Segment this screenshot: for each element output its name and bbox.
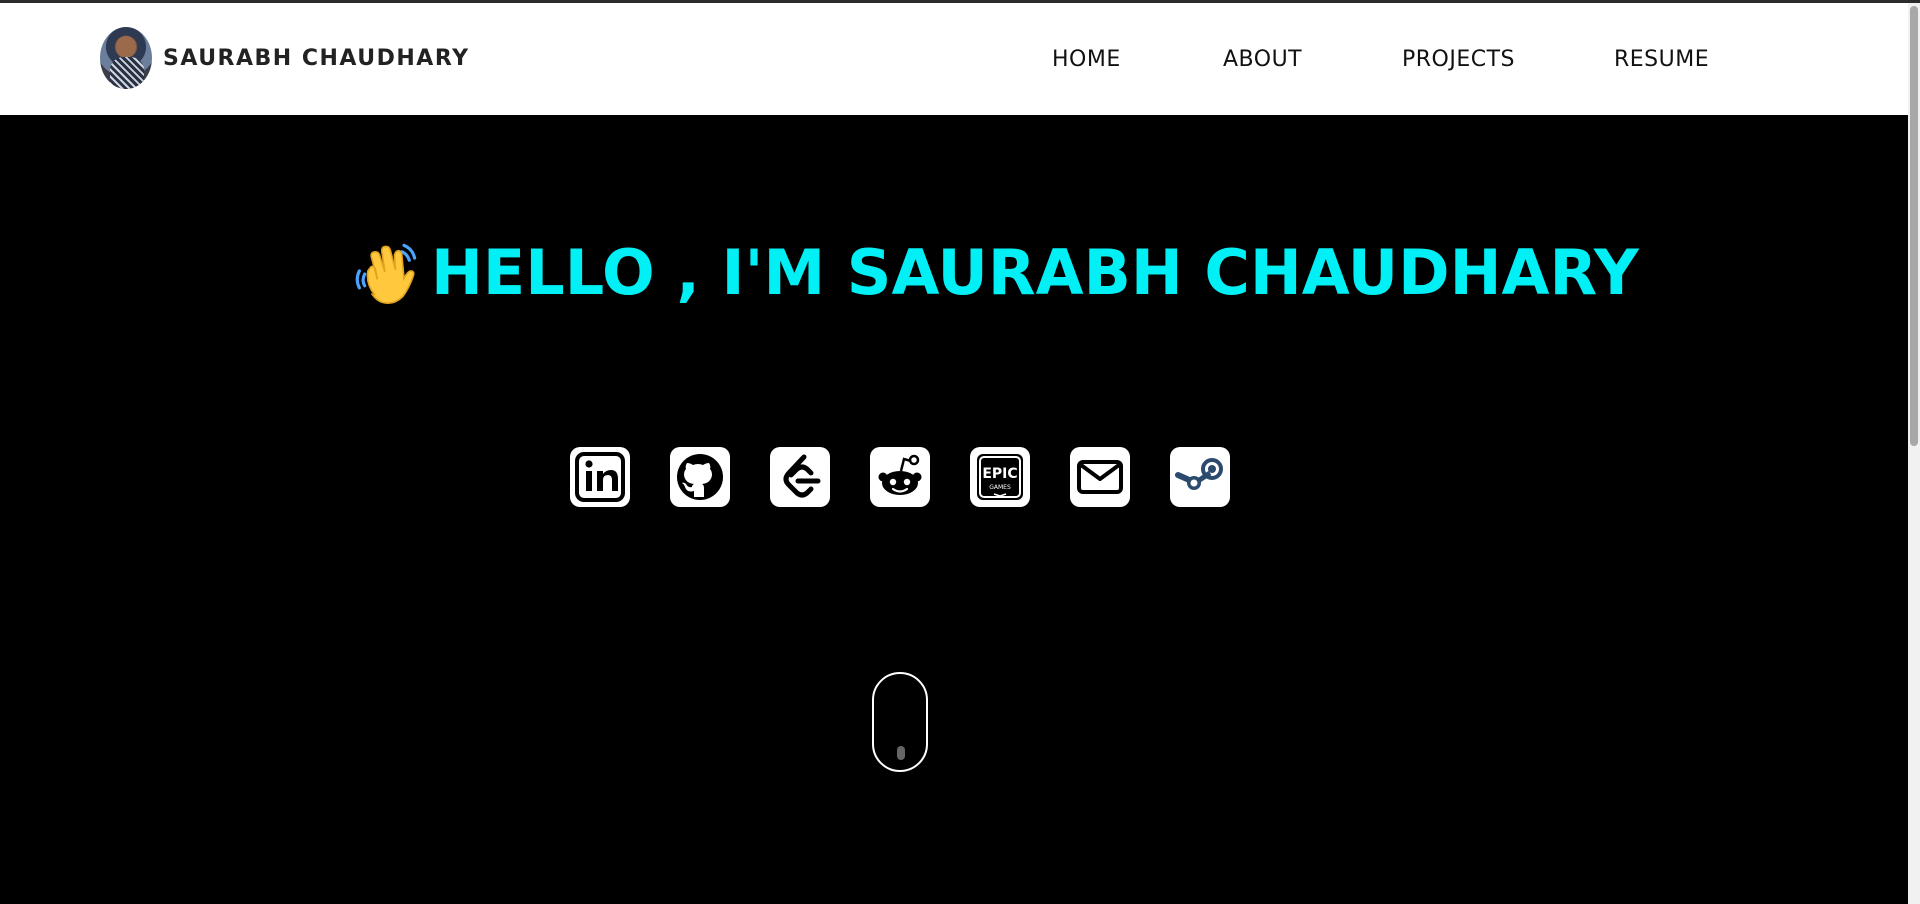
mouse-wheel-icon xyxy=(897,746,905,760)
nav-link-home[interactable]: HOME xyxy=(1052,47,1121,72)
linkedin-link[interactable] xyxy=(570,447,630,507)
scrollbar-thumb[interactable] xyxy=(1910,6,1918,446)
waving-hand-icon xyxy=(355,243,417,304)
mail-icon xyxy=(1077,460,1123,494)
steam-icon xyxy=(1175,458,1223,490)
reddit-icon xyxy=(878,454,922,495)
social-links: EPIC GAMES xyxy=(570,447,1270,507)
leetcode-icon xyxy=(783,454,821,498)
navbar: SAURABH CHAUDHARY HOME ABOUT PROJECTS RE… xyxy=(0,3,1908,115)
avatar xyxy=(100,27,152,89)
reddit-link[interactable] xyxy=(870,447,930,507)
nav-link-resume[interactable]: RESUME xyxy=(1614,47,1709,72)
epic-games-link[interactable]: EPIC GAMES xyxy=(970,447,1030,507)
steam-link[interactable] xyxy=(1170,447,1230,507)
brand[interactable]: SAURABH CHAUDHARY xyxy=(100,27,470,89)
github-link[interactable] xyxy=(670,447,730,507)
linkedin-icon xyxy=(575,452,625,502)
mail-link[interactable] xyxy=(1070,447,1130,507)
nav-link-projects[interactable]: PROJECTS xyxy=(1402,47,1515,72)
brand-name: SAURABH CHAUDHARY xyxy=(163,45,470,71)
epic-games-text-2: GAMES xyxy=(989,484,1011,491)
mouse-scroll-icon[interactable] xyxy=(872,672,928,772)
github-icon xyxy=(677,454,723,500)
nav-link-about[interactable]: ABOUT xyxy=(1223,47,1302,72)
epic-games-text-1: EPIC xyxy=(982,466,1017,482)
epic-games-icon: EPIC GAMES xyxy=(977,454,1023,500)
hero-title-text: HELLO , I'M SAURABH CHAUDHARY xyxy=(431,236,1639,309)
hero-title: HELLO , I'M SAURABH CHAUDHARY xyxy=(353,236,1639,309)
leetcode-link[interactable] xyxy=(770,447,830,507)
